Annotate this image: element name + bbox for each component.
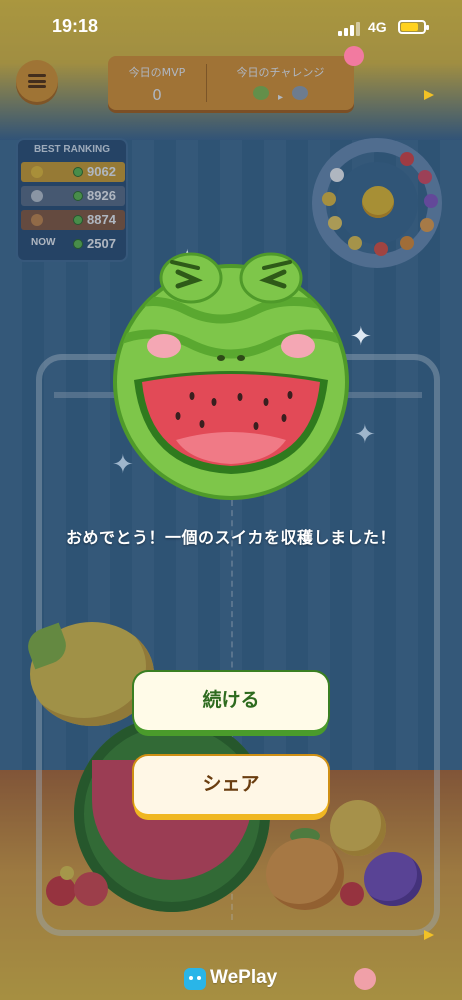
flower-sticker-icon	[344, 46, 364, 66]
signal-icon	[338, 22, 360, 36]
share-button[interactable]: シェア	[134, 756, 328, 814]
status-time: 19:18	[52, 16, 99, 36]
congratulations-message: おめでとう！一個のスイカを収穫しました！	[65, 528, 396, 547]
game-scene: 今日のMVP 0 今日のチャレンジ ▸ BEST RANKING 9062 89…	[0, 0, 462, 1000]
battery-icon	[398, 20, 429, 34]
flag-icon	[424, 90, 434, 100]
watermelon-character	[113, 252, 349, 500]
status-bar: 19:18 4G	[0, 16, 462, 46]
network-type: 4G	[368, 19, 387, 35]
flag-icon	[424, 930, 434, 940]
weplay-brand: WePlay	[210, 967, 278, 988]
weplay-logo-icon	[184, 968, 206, 990]
sparkle-icon: ✦	[354, 420, 376, 450]
continue-button[interactable]: 続ける	[134, 672, 328, 730]
flower-sticker-icon	[354, 968, 376, 990]
